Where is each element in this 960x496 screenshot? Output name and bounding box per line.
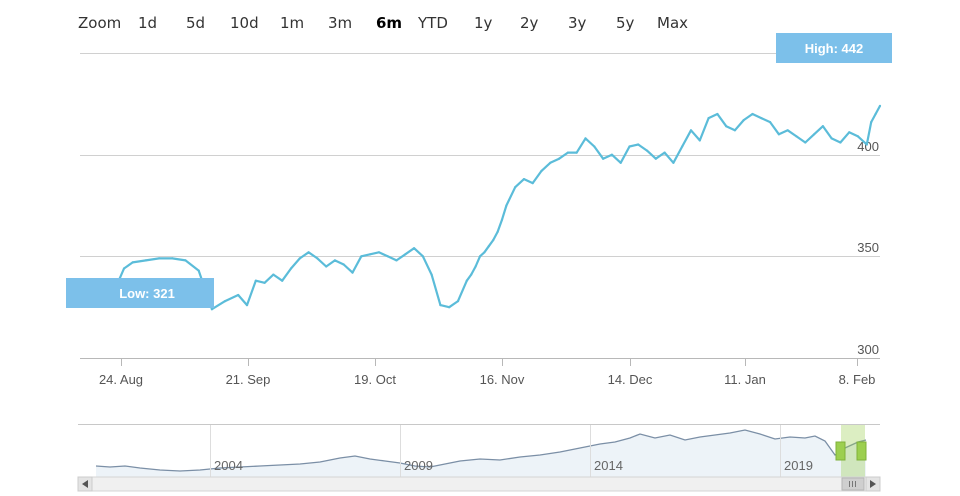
navigator-year-label: 2019 <box>784 458 813 473</box>
navigator-year-label: 2009 <box>404 458 433 473</box>
navigator[interactable]: 2004 2009 2014 2019 <box>0 0 960 496</box>
navigator-right-handle[interactable] <box>856 441 867 461</box>
navigator-left-handle[interactable] <box>835 441 846 461</box>
navigator-area <box>96 430 866 484</box>
navigator-year-label: 2004 <box>214 458 243 473</box>
navigator-year-label: 2014 <box>594 458 623 473</box>
scrollbar-track[interactable] <box>77 476 881 492</box>
